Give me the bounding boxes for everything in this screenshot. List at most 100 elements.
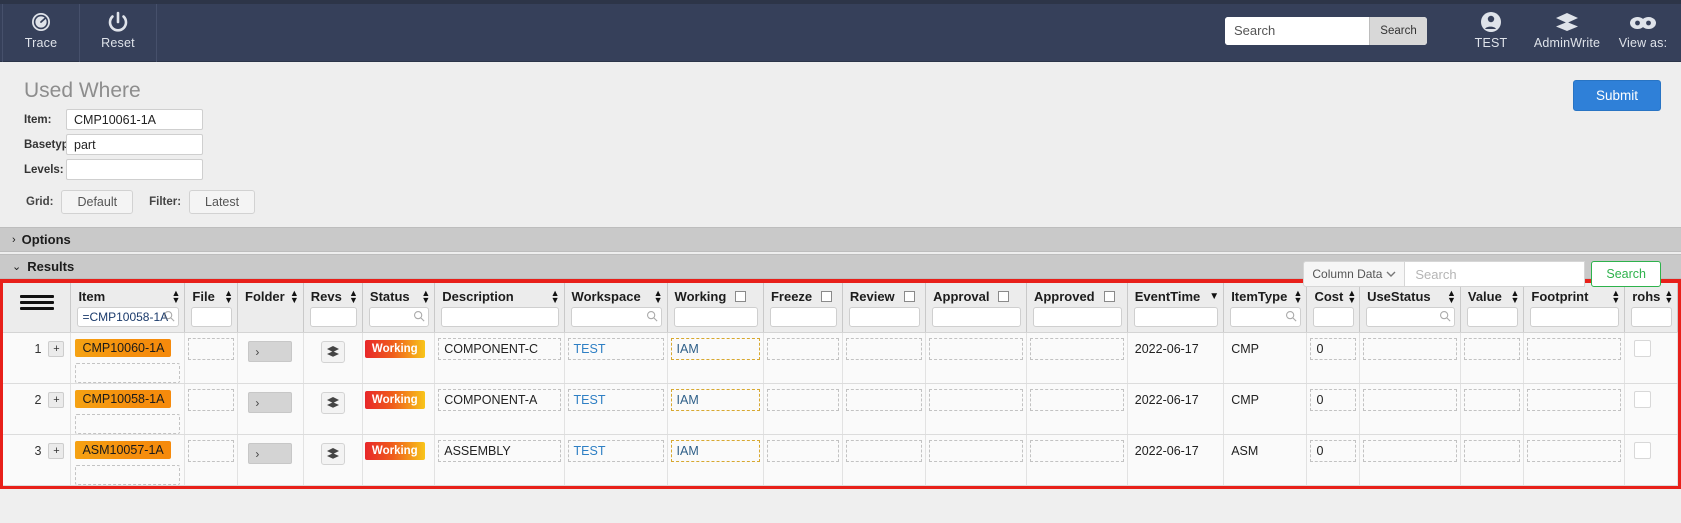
column-header-revs[interactable]: Revs <box>303 283 363 333</box>
row-expand-button[interactable]: + <box>48 392 65 408</box>
nav-item-adminwrite[interactable]: AdminWrite <box>1529 0 1605 61</box>
cell-file[interactable] <box>184 434 238 486</box>
sort-toggle-icon[interactable] <box>1664 290 1673 304</box>
column-header-workspace[interactable]: Workspace <box>564 283 668 333</box>
column-header-description[interactable]: Description <box>434 283 565 333</box>
column-search-input[interactable] <box>1405 261 1586 287</box>
cell-freeze[interactable] <box>763 332 843 384</box>
filter-input-approved[interactable] <box>1032 307 1122 327</box>
cell-status[interactable]: Working <box>362 332 436 384</box>
cell-file[interactable] <box>184 383 238 435</box>
filter-input-rohs[interactable] <box>1631 307 1672 327</box>
filter-input-approval[interactable] <box>932 307 1021 327</box>
cell-itemtype[interactable]: CMP <box>1223 332 1308 384</box>
table-row[interactable]: 2 + CMP10058-1A › Working COMPONENT-A TEST IAM… <box>3 383 1678 435</box>
cell-rohs[interactable] <box>1624 434 1678 486</box>
cell-status[interactable]: Working <box>362 383 436 435</box>
filter-input-freeze[interactable] <box>769 307 837 327</box>
column-header-eventtime[interactable]: EventTime <box>1127 283 1225 333</box>
column-data-select[interactable]: Column Data <box>1303 261 1406 287</box>
cell-item[interactable]: CMP10060-1A <box>70 332 186 384</box>
cell-value[interactable] <box>1460 383 1525 435</box>
column-header-item[interactable]: Item <box>70 283 186 333</box>
workspace-link[interactable]: TEST <box>567 440 664 462</box>
cell-file[interactable] <box>184 332 238 384</box>
item-badge[interactable]: CMP10058-1A <box>75 390 172 408</box>
revisions-stack-icon[interactable] <box>320 392 345 414</box>
filter-input-workspace[interactable] <box>570 307 662 327</box>
cell-usestatus[interactable] <box>1359 434 1461 486</box>
cell-usestatus[interactable] <box>1359 383 1461 435</box>
sort-toggle-icon[interactable] <box>171 290 180 304</box>
cell-workspace[interactable]: TEST <box>564 383 668 435</box>
table-menu-cell[interactable] <box>3 283 72 333</box>
filter-input-file[interactable] <box>191 307 232 327</box>
nav-item-reset[interactable]: Reset <box>80 0 156 61</box>
column-header-working[interactable]: Working <box>667 283 764 333</box>
column-header-cost[interactable]: Cost <box>1306 283 1361 333</box>
column-select-checkbox[interactable] <box>903 291 915 302</box>
cell-value[interactable] <box>1460 332 1525 384</box>
cell-approval[interactable] <box>925 332 1027 384</box>
cell-item[interactable]: ASM10057-1A <box>70 434 186 486</box>
section-options[interactable]: › Options <box>0 227 1681 252</box>
cell-footprint[interactable] <box>1523 434 1626 486</box>
cell-cost[interactable]: 0 <box>1306 383 1361 435</box>
table-row[interactable]: 3 + ASM10057-1A › Working ASSEMBLY TEST IAM 20… <box>3 434 1678 486</box>
column-header-freeze[interactable]: Freeze <box>763 283 843 333</box>
nav-item-view-as[interactable]: View as: <box>1605 0 1681 61</box>
rohs-checkbox[interactable] <box>1634 442 1652 459</box>
filter-input-cost[interactable] <box>1313 307 1355 327</box>
cell-approved[interactable] <box>1026 332 1128 384</box>
cell-description[interactable]: ASSEMBLY <box>434 434 565 486</box>
sort-desc-icon[interactable] <box>1209 293 1219 300</box>
folder-expand-button[interactable]: › <box>248 392 293 413</box>
levels-field-input[interactable] <box>66 159 203 180</box>
cell-status[interactable]: Working <box>362 434 436 486</box>
column-header-itemtype[interactable]: ItemType <box>1223 283 1308 333</box>
column-header-file[interactable]: File <box>184 283 238 333</box>
cell-itemtype[interactable]: ASM <box>1223 434 1308 486</box>
cell-item[interactable]: CMP10058-1A <box>70 383 186 435</box>
cell-approved[interactable] <box>1026 383 1128 435</box>
sort-toggle-icon[interactable] <box>1294 290 1303 304</box>
cell-footprint[interactable] <box>1523 332 1626 384</box>
cell-folder[interactable]: › <box>237 383 304 435</box>
column-header-folder[interactable]: Folder <box>237 283 304 333</box>
cell-freeze[interactable] <box>763 383 843 435</box>
cell-approval[interactable] <box>925 434 1027 486</box>
cell-review[interactable] <box>842 434 927 486</box>
basetype-field-input[interactable] <box>66 134 203 155</box>
sort-toggle-icon[interactable] <box>421 290 430 304</box>
filter-input-description[interactable] <box>441 307 559 327</box>
cell-review[interactable] <box>842 332 927 384</box>
column-header-usestatus[interactable]: UseStatus <box>1359 283 1461 333</box>
cell-revs[interactable] <box>303 332 363 384</box>
cell-working[interactable]: IAM <box>667 434 764 486</box>
sort-toggle-icon[interactable] <box>290 290 299 304</box>
workspace-link[interactable]: TEST <box>567 338 664 360</box>
cell-eventtime[interactable]: 2022-06-17 <box>1127 434 1225 486</box>
filter-input-revs[interactable] <box>309 307 357 327</box>
sort-toggle-icon[interactable] <box>224 290 233 304</box>
item-badge[interactable]: ASM10057-1A <box>75 441 171 459</box>
cell-description[interactable]: COMPONENT-C <box>434 332 565 384</box>
cell-usestatus[interactable] <box>1359 332 1461 384</box>
rohs-checkbox[interactable] <box>1634 391 1652 408</box>
column-select-checkbox[interactable] <box>821 291 833 302</box>
global-search-input[interactable] <box>1225 16 1369 45</box>
cell-eventtime[interactable]: 2022-06-17 <box>1127 383 1225 435</box>
column-header-rohs[interactable]: rohs <box>1624 283 1678 333</box>
hamburger-icon[interactable] <box>19 295 54 310</box>
cell-value[interactable] <box>1460 434 1525 486</box>
column-header-review[interactable]: Review <box>842 283 927 333</box>
cell-approved[interactable] <box>1026 434 1128 486</box>
table-row[interactable]: 1 + CMP10060-1A › Working COMPONENT-C TEST IAM… <box>3 332 1678 384</box>
filter-latest-button[interactable]: Latest <box>189 190 256 214</box>
sort-toggle-icon[interactable] <box>654 290 663 304</box>
column-header-approval[interactable]: Approval <box>925 283 1027 333</box>
cell-footprint[interactable] <box>1523 383 1626 435</box>
item-badge[interactable]: CMP10060-1A <box>75 339 172 357</box>
cell-revs[interactable] <box>303 383 363 435</box>
row-expand-button[interactable]: + <box>48 443 65 459</box>
